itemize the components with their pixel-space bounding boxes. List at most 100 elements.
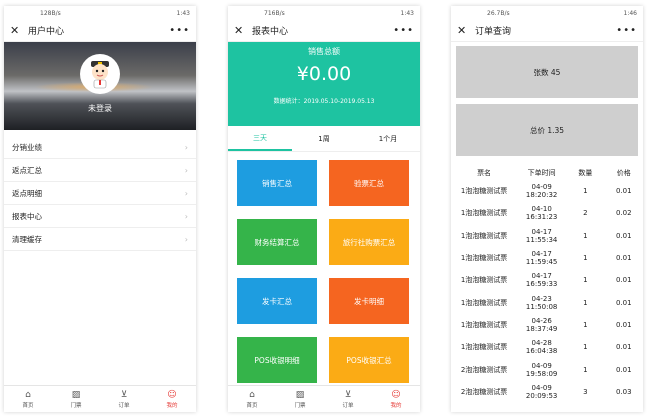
price-cell: 0.01: [615, 343, 632, 352]
menu-item-clear-cache[interactable]: 清理缓存 ›: [4, 228, 196, 251]
column-header: 下单时间: [527, 169, 556, 177]
ticket-name-cell: 2泡泡糖测试票: [460, 387, 508, 396]
tab-one-week[interactable]: 1周: [292, 126, 356, 151]
tab-tickets[interactable]: ▨ 门票: [276, 386, 324, 412]
period-tabs: 三天 1周 1个月: [228, 126, 420, 152]
cart-icon: ⊻: [344, 389, 352, 400]
quantity-cell: 1: [583, 298, 588, 307]
ticket-name-cell: 1泡泡糖测试票: [460, 209, 508, 218]
status-bar: 26.7B/s 1:46: [451, 6, 643, 20]
page-title: 用户中心: [28, 27, 65, 37]
orders-table-body: 1泡泡糖测试票 04-09 18:20:32 1 0.01 1泡泡糖测试票 04-10 16:…: [451, 180, 643, 403]
title-bar: ✕ 报表中心 •••: [228, 20, 420, 42]
pos-detail-button[interactable]: POS收银明细: [237, 337, 317, 383]
quantity-cell: 3: [583, 387, 588, 396]
more-icon[interactable]: •••: [169, 25, 190, 36]
clock: 1:43: [176, 9, 190, 17]
ticket-icon: ▨: [295, 389, 305, 400]
tab-three-days[interactable]: 三天: [228, 126, 292, 151]
network-speed: 26.7B/s: [487, 9, 510, 17]
order-time-cell: 04-09 18:20:32: [525, 183, 558, 200]
price-cell: 0.01: [615, 231, 632, 240]
quantity-cell: 1: [583, 187, 588, 196]
table-row[interactable]: 1泡泡糖测试票 04-17 16:59:33 1 0.01: [451, 269, 643, 291]
avatar[interactable]: [80, 54, 120, 94]
menu-item-distribution[interactable]: 分销业绩 ›: [4, 136, 196, 159]
ticket-name-cell: 1泡泡糖测试票: [460, 298, 508, 307]
close-icon[interactable]: ✕: [234, 25, 248, 36]
more-icon[interactable]: •••: [393, 25, 414, 36]
tab-mine[interactable]: ☺ 我的: [148, 386, 196, 412]
tab-label: 我的: [166, 402, 178, 409]
card-issue-detail-button[interactable]: 发卡明细: [329, 278, 409, 324]
menu-item-label: 清理缓存: [12, 234, 42, 244]
tab-tickets[interactable]: ▨ 门票: [52, 386, 100, 412]
sales-summary-panel: 销售总额 ¥0.00 数据统计：2019.05.10-2019.05.13: [228, 42, 420, 126]
chevron-right-icon: ›: [184, 234, 188, 244]
table-row[interactable]: 1泡泡糖测试票 04-23 11:50:08 1 0.01: [451, 291, 643, 313]
orders-table: 票名 下单时间 数量 价格 1泡泡糖测试票 04-09 18:20:32 1 0.01 1…: [451, 166, 643, 403]
chevron-right-icon: ›: [184, 211, 188, 221]
home-icon: ⌂: [25, 389, 31, 400]
quantity-cell: 1: [583, 254, 588, 263]
order-time-cell: 04-17 11:55:34: [525, 227, 558, 244]
tab-mine[interactable]: ☺ 我的: [372, 386, 420, 412]
menu-list: 分销业绩 › 返点汇总 › 返点明细 › 报表中心 › 清理缓存 ›: [4, 136, 196, 251]
table-row[interactable]: 2泡泡糖测试票 04-09 20:09:53 3 0.03: [451, 381, 643, 403]
ticket-name-cell: 1泡泡糖测试票: [460, 187, 508, 196]
title-bar: ✕ 用户中心 •••: [4, 20, 196, 42]
sales-summary-button[interactable]: 销售汇总: [237, 160, 317, 206]
tab-home[interactable]: ⌂ 首页: [4, 386, 52, 412]
sales-label: 销售总额: [308, 47, 340, 56]
table-row[interactable]: 2泡泡糖测试票 04-09 19:58:09 1 0.01: [451, 358, 643, 380]
tab-label: 订单: [118, 402, 130, 409]
tab-label: 门票: [294, 402, 306, 409]
price-cell: 0.01: [615, 187, 632, 196]
tab-orders[interactable]: ⊻ 订单: [100, 386, 148, 412]
tab-label: 首页: [22, 402, 34, 409]
table-row[interactable]: 1泡泡糖测试票 04-09 18:20:32 1 0.01: [451, 180, 643, 202]
menu-item-label: 报表中心: [12, 211, 42, 221]
bottom-tab-bar: ⌂ 首页 ▨ 门票 ⊻ 订单 ☺ 我的: [4, 385, 196, 412]
quantity-cell: 1: [583, 231, 588, 240]
table-row[interactable]: 1泡泡糖测试票 04-28 16:04:38 1 0.01: [451, 336, 643, 358]
ticket-name-cell: 1泡泡糖测试票: [460, 276, 508, 285]
table-row[interactable]: 1泡泡糖测试票 04-17 11:59:45 1 0.01: [451, 247, 643, 269]
card-issue-summary-button[interactable]: 发卡汇总: [237, 278, 317, 324]
page-title: 订单查询: [475, 27, 512, 37]
ticket-name-cell: 1泡泡糖测试票: [460, 343, 508, 352]
table-row[interactable]: 1泡泡糖测试票 04-10 16:31:23 2 0.02: [451, 202, 643, 224]
close-icon[interactable]: ✕: [10, 25, 24, 36]
total-price-box: 总价 1.35: [456, 104, 638, 156]
tab-one-month[interactable]: 1个月: [356, 126, 420, 151]
order-time-cell: 04-17 16:59:33: [525, 272, 558, 289]
pos-summary-button[interactable]: POS收银汇总: [329, 337, 409, 383]
menu-item-rebate-detail[interactable]: 返点明细 ›: [4, 182, 196, 205]
table-row[interactable]: 1泡泡糖测试票 04-17 11:55:34 1 0.01: [451, 225, 643, 247]
menu-item-rebate-summary[interactable]: 返点汇总 ›: [4, 159, 196, 182]
network-speed: 716B/s: [264, 9, 285, 17]
clock: 1:46: [623, 9, 637, 17]
login-status[interactable]: 未登录: [4, 103, 196, 114]
table-row[interactable]: 1泡泡糖测试票 04-26 18:37:49 1 0.01: [451, 314, 643, 336]
price-cell: 0.01: [615, 320, 632, 329]
ticket-icon: ▨: [71, 389, 81, 400]
order-time-cell: 04-09 19:58:09: [525, 361, 558, 378]
menu-item-report-center[interactable]: 报表中心 ›: [4, 205, 196, 228]
menu-item-label: 分销业绩: [12, 142, 42, 152]
tab-orders[interactable]: ⊻ 订单: [324, 386, 372, 412]
quantity-cell: 1: [583, 320, 588, 329]
column-header: 票名: [477, 169, 492, 177]
status-bar: 128B/s 1:43: [4, 6, 196, 20]
close-icon[interactable]: ✕: [457, 25, 471, 36]
more-icon[interactable]: •••: [616, 25, 637, 36]
ticket-name-cell: 1泡泡糖测试票: [460, 231, 508, 240]
travel-agency-summary-button[interactable]: 旅行社购票汇总: [329, 219, 409, 265]
order-query-screen: 26.7B/s 1:46 ✕ 订单查询 ••• 张数 45 总价 1.35 票名…: [451, 6, 643, 412]
quantity-cell: 1: [583, 343, 588, 352]
column-header: 价格: [616, 169, 631, 177]
ticket-check-summary-button[interactable]: 验票汇总: [329, 160, 409, 206]
ticket-name-cell: 1泡泡糖测试票: [460, 320, 508, 329]
finance-settlement-button[interactable]: 财务结算汇总: [237, 219, 317, 265]
tab-home[interactable]: ⌂ 首页: [228, 386, 276, 412]
